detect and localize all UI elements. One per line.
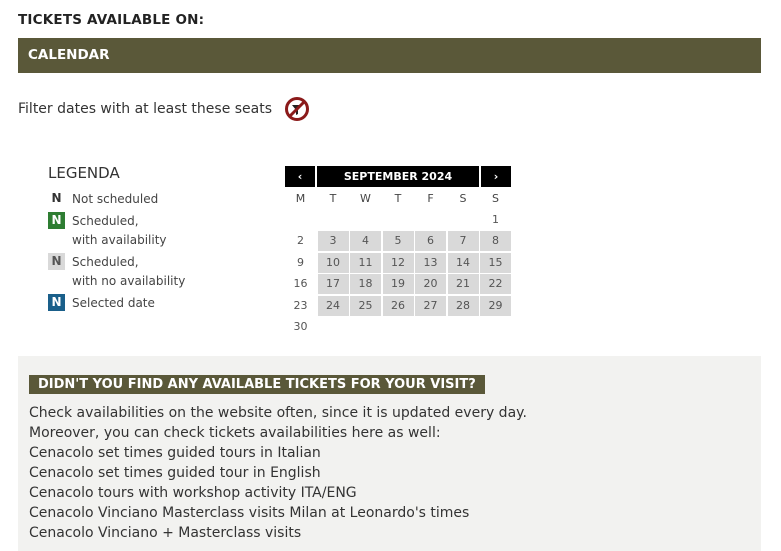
legend-label: Scheduled, with no availability (72, 255, 186, 288)
calendar-empty-cell (350, 210, 381, 230)
calendar-day[interactable]: 19 (382, 274, 414, 294)
calendar-day: 9 (297, 255, 304, 269)
prev-month-button[interactable]: ‹ (285, 166, 315, 187)
legend-item-available: N Scheduled, with availability (48, 212, 268, 250)
weekday-header: M (285, 190, 316, 208)
info-link[interactable]: Cenacolo set times guided tours in Itali… (29, 443, 527, 463)
next-month-button[interactable]: › (481, 166, 511, 187)
info-line: Moreover, you can check tickets availabi… (29, 425, 441, 441)
weekday-header: S (447, 190, 479, 208)
legend-box-available: N (48, 212, 65, 229)
info-line: Check availabilities on the website ofte… (29, 405, 527, 421)
calendar-empty-cell (415, 210, 446, 230)
info-link[interactable]: Cenacolo set times guided tour in Englis… (29, 463, 527, 483)
calendar-day[interactable]: 7 (447, 231, 479, 251)
calendar-grid: M T W T F S S 1 2 3 4 5 6 7 8 9 10 11 12 13 14 15 16 17 18 19 20 21… (285, 190, 511, 337)
calendar-empty-cell (448, 317, 479, 337)
legend-box-no-availability: N (48, 253, 65, 270)
legend-box-selected: N (48, 294, 65, 311)
calendar-day[interactable]: 26 (382, 295, 414, 316)
calendar-day[interactable]: 20 (415, 274, 446, 294)
calendar-day[interactable]: 15 (480, 252, 511, 273)
weekday-header: T (382, 190, 414, 208)
calendar-empty-cell (285, 210, 316, 230)
calendar-day[interactable]: 4 (350, 231, 381, 251)
seat-filter-label: Filter dates with at least these seats (18, 101, 273, 117)
legend-label: Scheduled, with availability (72, 214, 167, 247)
calendar-day[interactable]: 24 (317, 295, 349, 316)
calendar-day[interactable]: 14 (447, 252, 479, 273)
calendar-day[interactable]: 21 (447, 274, 479, 294)
calendar-day: 23 (293, 298, 308, 312)
calendar-empty-cell (350, 317, 381, 337)
calendar-day[interactable]: 29 (480, 295, 511, 316)
calendar-day: 30 (293, 320, 308, 333)
calendar-day: 16 (293, 277, 308, 290)
info-box: DIDN'T YOU FIND ANY AVAILABLE TICKETS FO… (18, 356, 761, 551)
calendar-day: 2 (297, 234, 304, 247)
weekday-header: S (480, 190, 511, 208)
page-title: TICKETS AVAILABLE ON: (18, 12, 205, 28)
calendar-day[interactable]: 25 (350, 295, 381, 316)
legend-label: Not scheduled (72, 192, 159, 206)
calendar-day[interactable]: 28 (447, 295, 479, 316)
info-link[interactable]: Cenacolo Vinciano Masterclass visits Mil… (29, 503, 527, 523)
legend-item-selected: N Selected date (48, 294, 268, 313)
legend-label: Selected date (72, 296, 155, 310)
month-label: SEPTEMBER 2024 (317, 166, 479, 187)
calendar-day: 1 (492, 212, 499, 226)
calendar-empty-cell (383, 317, 414, 337)
legend-item-no-availability: N Scheduled, with no availability (48, 253, 268, 291)
legend: LEGENDA N Not scheduled N Scheduled, with… (48, 164, 268, 316)
info-link[interactable]: Cenacolo tours with workshop activity IT… (29, 483, 527, 503)
calendar-empty-cell (318, 210, 349, 230)
weekday-header: W (350, 190, 381, 208)
calendar-day[interactable]: 27 (415, 295, 446, 316)
calendar-empty-cell (383, 210, 414, 230)
calendar-nav: ‹ SEPTEMBER 2024 › (285, 166, 511, 187)
calendar-day[interactable]: 3 (317, 231, 349, 251)
calendar-day[interactable]: 12 (382, 252, 414, 273)
calendar-day[interactable]: 10 (317, 252, 349, 273)
calendar-day[interactable]: 17 (317, 274, 349, 294)
calendar-empty-cell (415, 317, 446, 337)
calendar-day[interactable]: 11 (350, 252, 381, 273)
legend-box-not-scheduled: N (51, 191, 62, 205)
calendar-day[interactable]: 6 (415, 231, 446, 251)
weekday-header: F (415, 190, 446, 208)
calendar-day[interactable]: 5 (382, 231, 414, 251)
calendar-section-header: CALENDAR (18, 38, 761, 73)
info-link[interactable]: Cenacolo Vinciano + Masterclass visits (29, 523, 527, 543)
calendar-empty-cell (318, 317, 349, 337)
calendar-day[interactable]: 13 (415, 252, 446, 273)
calendar-day[interactable]: 8 (480, 231, 511, 251)
legend-title: LEGENDA (48, 164, 120, 182)
calendar-day[interactable]: 22 (480, 274, 511, 294)
weekday-header: T (317, 190, 349, 208)
info-badge: DIDN'T YOU FIND ANY AVAILABLE TICKETS FO… (29, 375, 485, 394)
calendar-empty-cell (448, 210, 479, 230)
calendar: ‹ SEPTEMBER 2024 › M T W T F S S 1 2 3 4 5 6 7 8 9 10 11 1… (285, 166, 511, 337)
seat-filter: Filter dates with at least these seats (18, 96, 310, 122)
info-text: Check availabilities on the website ofte… (29, 403, 527, 543)
calendar-day[interactable]: 18 (350, 274, 381, 294)
legend-item-not-scheduled: N Not scheduled (48, 190, 268, 209)
calendar-empty-cell (480, 317, 511, 337)
filter-off-icon[interactable] (284, 96, 310, 122)
